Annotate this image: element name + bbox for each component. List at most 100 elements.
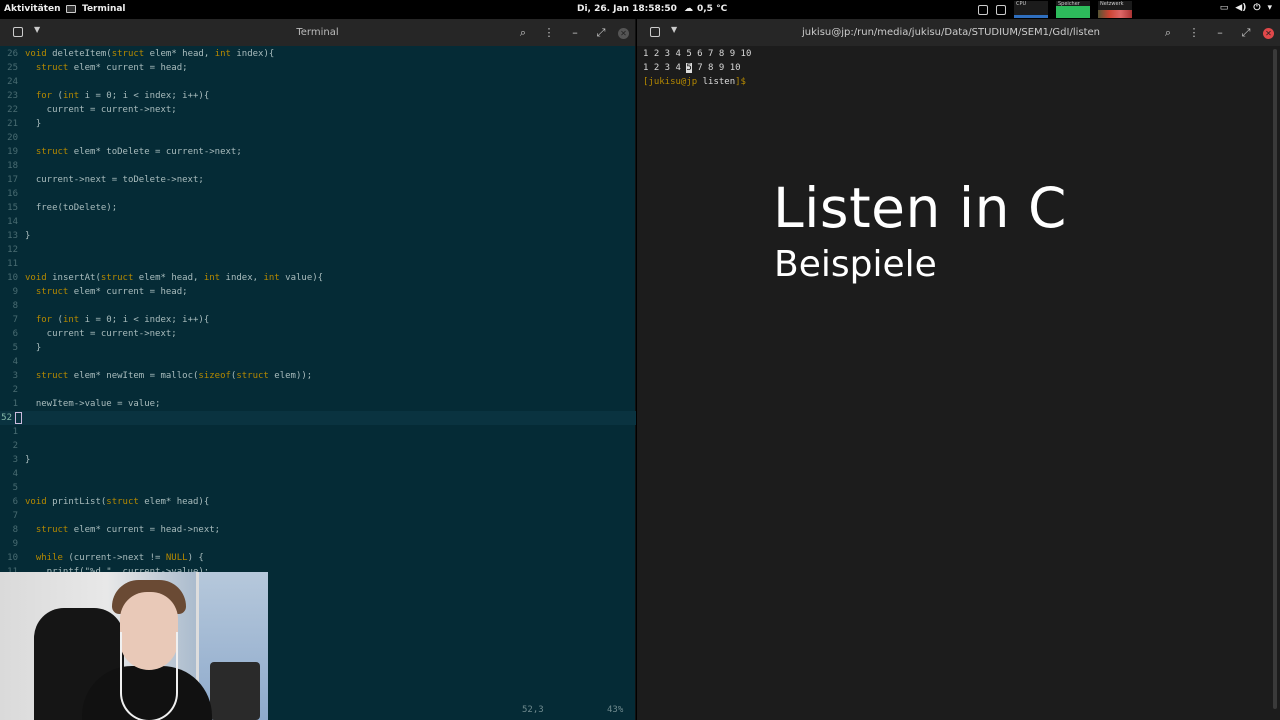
code-line[interactable]: 10 void insertAt(struct elem* head, int i… (0, 271, 636, 285)
code-line[interactable]: 13} (0, 229, 636, 243)
line-number: 10 (7, 553, 18, 563)
line-number: 16 (7, 189, 18, 199)
cpu-monitor[interactable]: CPU (1014, 1, 1048, 18)
line-number: 6 (12, 497, 18, 507)
line-number: 7 (12, 315, 18, 325)
code-line[interactable]: 3 struct elem* newItem = malloc(sizeof(s… (0, 369, 636, 383)
code-line[interactable]: 2 (0, 383, 636, 397)
scroll-percent: 43% (607, 705, 624, 715)
activities-button[interactable]: Aktivitäten (4, 4, 60, 14)
weather-indicator[interactable]: ☁ 0,5 °C (684, 4, 727, 14)
minimize-button[interactable]: – (1211, 24, 1229, 42)
code-text: current = current->next; (25, 105, 177, 115)
line-number: 5 (12, 343, 18, 353)
right-headerbar[interactable]: ▼ jukisu@jp:/run/media/jukisu/Data/STUDI… (637, 19, 1280, 46)
line-number: 3 (12, 371, 18, 381)
line-number: 23 (7, 91, 18, 101)
code-line[interactable]: 19 struct elem* toDelete = current->next… (0, 145, 636, 159)
line-number: 25 (7, 63, 18, 73)
network-label: Netzwerk (1100, 1, 1124, 7)
code-line[interactable]: 20 (0, 131, 636, 145)
code-line[interactable]: 52 (0, 411, 636, 425)
right-terminal-window[interactable]: ▼ jukisu@jp:/run/media/jukisu/Data/STUDI… (637, 19, 1280, 720)
shell-prompt[interactable]: [jukisu@jp listen]$ (643, 75, 751, 89)
code-text: void deleteItem(struct elem* head, int i… (25, 49, 275, 59)
close-button[interactable]: ✕ (618, 27, 629, 39)
clock[interactable]: Di, 26. Jan 18:58:50 (577, 4, 677, 14)
code-line[interactable]: 12 (0, 243, 636, 257)
code-line[interactable]: 17 current->next = toDelete->next; (0, 173, 636, 187)
code-line[interactable]: 24 (0, 75, 636, 89)
code-text: struct elem* toDelete = current->next; (35, 147, 242, 157)
code-text: struct elem* current = head; (35, 287, 188, 297)
line-number: 15 (7, 203, 18, 213)
code-line[interactable]: 23 for (int i = 0; i < index; i++){ (0, 89, 636, 103)
scrollbar[interactable] (1273, 49, 1277, 709)
code-line[interactable]: 8 struct elem* current = head->next; (0, 523, 636, 537)
code-line[interactable]: 4 (0, 355, 636, 369)
line-number: 1 (12, 399, 18, 409)
temperature: 0,5 °C (697, 4, 728, 14)
power-icon: ⏻ (1253, 3, 1261, 13)
code-line[interactable]: 6 current = current->next; (0, 327, 636, 341)
code-line[interactable]: 3} (0, 453, 636, 467)
code-line[interactable]: 14 (0, 215, 636, 229)
code-text: free(toDelete); (25, 203, 118, 213)
window-title: jukisu@jp:/run/media/jukisu/Data/STUDIUM… (802, 27, 1100, 38)
left-headerbar[interactable]: ▼ Terminal ⌕ ⋮ – ⤢ ✕ (0, 19, 635, 46)
screen-icon[interactable] (996, 4, 1006, 15)
code-line[interactable]: 22 current = current->next; (0, 103, 636, 117)
code-line[interactable]: 9 (0, 537, 636, 551)
code-text: current->next = toDelete->next; (25, 175, 204, 185)
search-icon[interactable]: ⌕ (514, 24, 532, 42)
code-line[interactable]: 25 struct elem* current = head; (0, 61, 636, 75)
code-line[interactable]: 1 (0, 425, 636, 439)
line-number: 13 (7, 231, 18, 241)
code-text: while (current->next != NULL) { (35, 553, 204, 563)
code-line[interactable]: 11 (0, 257, 636, 271)
line-number: 9 (12, 287, 18, 297)
new-tab-icon[interactable] (650, 27, 660, 37)
code-line[interactable]: 21 } (0, 117, 636, 131)
line-number: 4 (12, 357, 18, 367)
code-line[interactable]: 8 (0, 299, 636, 313)
code-line[interactable]: 15 free(toDelete); (0, 201, 636, 215)
menu-icon[interactable]: ⋮ (540, 24, 558, 42)
menu-icon[interactable]: ⋮ (1185, 24, 1203, 42)
code-line[interactable]: 6 void printList(struct elem* head){ (0, 495, 636, 509)
memory-monitor[interactable]: Speicher (1056, 1, 1090, 18)
line-number: 9 (12, 539, 18, 549)
line-number: 1 (12, 427, 18, 437)
weather-icon: ☁ (684, 4, 693, 14)
code-line[interactable]: 4 (0, 467, 636, 481)
code-line[interactable]: 9 struct elem* current = head; (0, 285, 636, 299)
code-line[interactable]: 5 (0, 481, 636, 495)
code-editor[interactable]: 2 6 void deleteItem(struct elem* head, int… (0, 47, 636, 579)
close-button[interactable]: ✕ (1263, 27, 1274, 39)
chevron-down-icon[interactable]: ▼ (671, 25, 677, 34)
search-icon[interactable]: ⌕ (1159, 24, 1177, 42)
code-line[interactable]: 1 newItem->value = value; (0, 397, 636, 411)
code-line[interactable]: 2 (0, 439, 636, 453)
maximize-button[interactable]: ⤢ (1237, 24, 1255, 42)
code-text: void insertAt(struct elem* head, int ind… (25, 273, 324, 283)
status-icons[interactable]: ▭ ◀) ⏻ ▾ (1220, 3, 1272, 13)
code-line[interactable]: 26 void deleteItem(struct elem* head, int… (0, 47, 636, 61)
code-line[interactable]: 18 (0, 159, 636, 173)
terminal-output[interactable]: 1 2 3 4 5 6 7 8 9 10 1 2 3 4 5 7 8 9 10 … (643, 47, 751, 89)
code-line[interactable]: 16 (0, 187, 636, 201)
code-line[interactable]: 7 for (int i = 0; i < index; i++){ (0, 313, 636, 327)
code-line[interactable]: 5 } (0, 341, 636, 355)
code-line[interactable]: 7 (0, 509, 636, 523)
code-line[interactable]: 10 while (current->next != NULL) { (0, 551, 636, 565)
system-tray: CPU Speicher Netzwerk (978, 0, 1132, 19)
app-name: Terminal (82, 4, 126, 14)
shield-icon[interactable] (978, 4, 988, 15)
network-monitor[interactable]: Netzwerk (1098, 1, 1132, 18)
app-menu[interactable]: Terminal (66, 4, 126, 14)
code-text: newItem->value = value; (25, 399, 161, 409)
line-number: 2 (12, 385, 18, 395)
maximize-button[interactable]: ⤢ (592, 24, 610, 42)
minimize-button[interactable]: – (566, 24, 584, 42)
line-number: 5 (12, 483, 18, 493)
